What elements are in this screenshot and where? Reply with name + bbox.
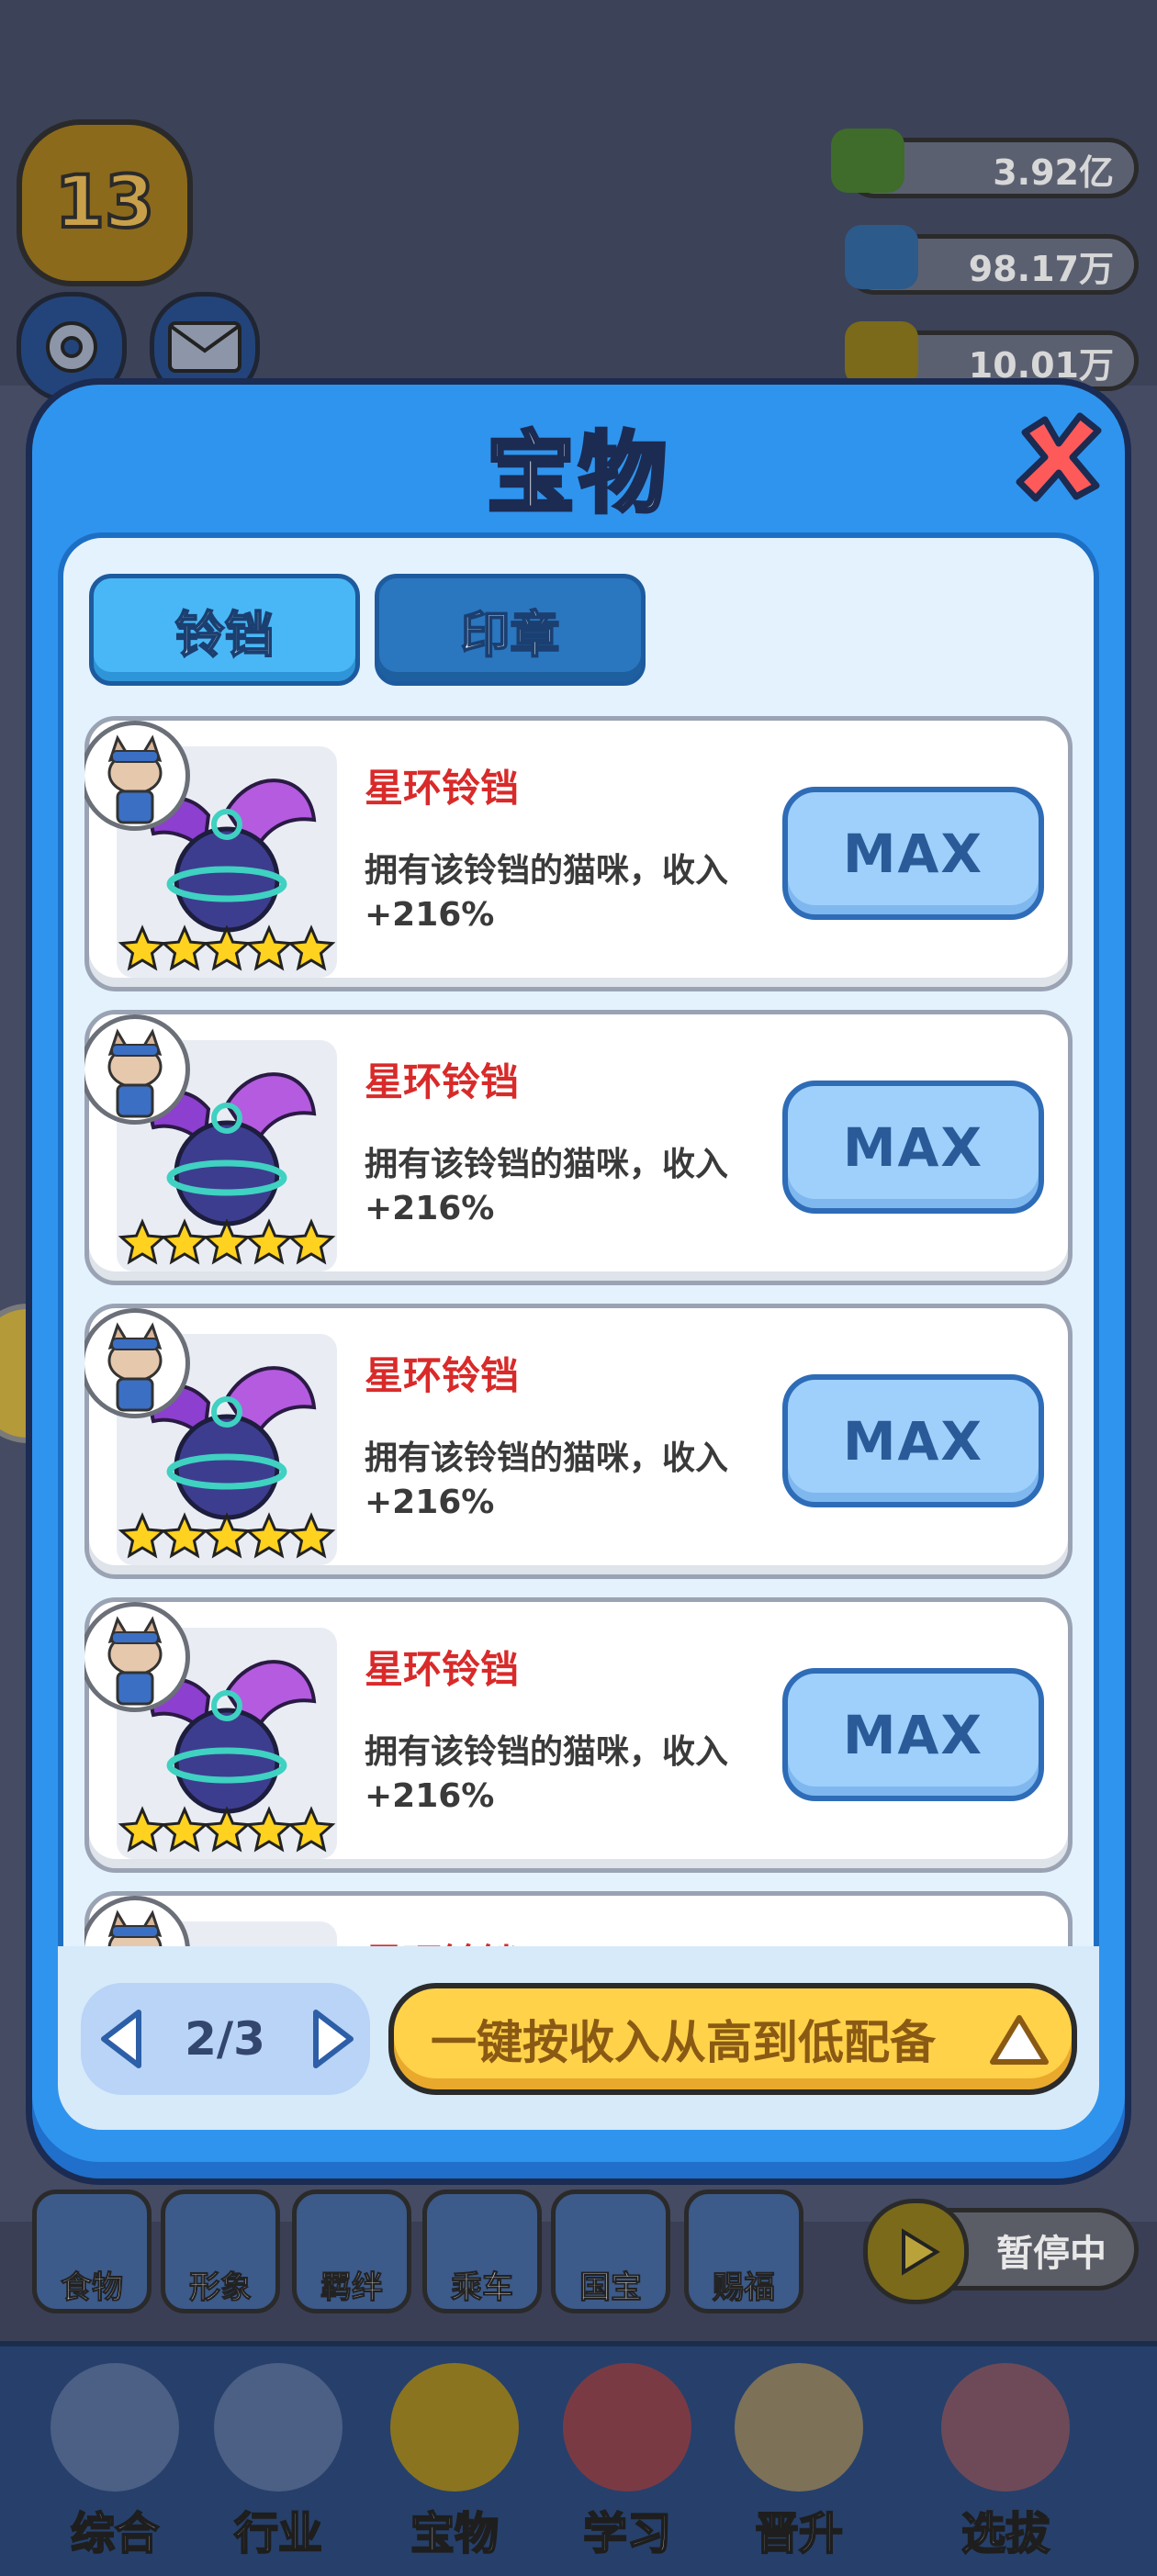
treasure-card[interactable]: 星环铃铛拥有该铃铛的猫咪，收入+216% MAX	[84, 1304, 1073, 1579]
sub-tab-bond[interactable]: 羁绊	[292, 2190, 411, 2313]
cat-avatar[interactable]	[84, 1014, 190, 1125]
star-icon	[202, 924, 252, 971]
tab-seals[interactable]: 印章	[375, 574, 646, 686]
up-triangle-icon	[987, 2012, 1051, 2067]
modal-title: 宝物	[485, 420, 670, 527]
star-icon	[244, 1512, 294, 1559]
item-name: 星环铃铛	[365, 1353, 520, 1398]
play-icon	[901, 2227, 940, 2276]
sub-tab-food[interactable]: 食物	[32, 2190, 152, 2313]
max-button[interactable]: MAX	[782, 1374, 1044, 1507]
level-number: 13	[53, 160, 157, 246]
star-icon	[118, 1512, 167, 1559]
star-icon	[118, 924, 167, 971]
envelope-icon	[168, 321, 242, 373]
star-icon	[202, 1512, 252, 1559]
close-button[interactable]	[1005, 404, 1111, 510]
cat-avatar[interactable]	[84, 721, 190, 831]
chevron-left-icon	[101, 2010, 141, 2068]
item-description: 拥有该铃铛的猫咪，收入+216%	[365, 1439, 729, 1521]
next-page-button[interactable]	[300, 2004, 365, 2074]
book-icon	[563, 2363, 691, 2492]
coin-plus-icon[interactable]	[845, 321, 918, 386]
treasure-card[interactable]: 星环铃铛拥有该铃铛的猫咪，收入+216% MAX	[84, 716, 1073, 991]
nav-promote[interactable]: 晋升	[721, 2359, 877, 2561]
cat-avatar[interactable]	[84, 1602, 190, 1712]
star-icon	[118, 1806, 167, 1853]
item-description: 拥有该铃铛的猫咪，收入+216%	[365, 852, 729, 934]
star-icon	[160, 924, 209, 971]
gear-icon	[46, 321, 97, 373]
treasure-card[interactable]: 星环铃铛拥有该铃铛的猫咪，收入+216% MAX	[84, 1597, 1073, 1873]
star-icon	[286, 1806, 336, 1853]
nav-industry[interactable]: 行业	[200, 2359, 356, 2561]
cat-throne-icon	[941, 2363, 1070, 2492]
star-icon	[286, 1512, 336, 1559]
star-icon	[160, 1218, 209, 1265]
star-icon	[286, 1218, 336, 1265]
item-name: 星环铃铛	[365, 766, 520, 811]
sub-tab-appearance[interactable]: 形象	[161, 2190, 280, 2313]
cash-plus-icon[interactable]	[831, 129, 904, 193]
nav-select[interactable]: 选拔	[927, 2359, 1084, 2561]
treasure-card[interactable]: 星环铃铛拥有该铃铛的猫咪，收入+216% MAX	[84, 1010, 1073, 1285]
close-icon	[1016, 412, 1101, 501]
nav-overview[interactable]: 综合	[37, 2359, 193, 2561]
nav-study[interactable]: 学习	[549, 2359, 705, 2561]
star-icon	[202, 1218, 252, 1265]
overview-icon	[51, 2363, 179, 2492]
star-icon	[286, 924, 336, 971]
treasure-list[interactable]: 星环铃铛 拥有该铃铛的猫咪，收入+216% MAX 星环铃铛 拥有该铃铛的猫咪，收入+2…	[84, 716, 1073, 1951]
scroll-icon	[735, 2363, 863, 2492]
max-button[interactable]: MAX	[782, 1081, 1044, 1214]
sub-tab-blessing[interactable]: 赐福	[684, 2190, 803, 2313]
chevron-right-icon	[313, 2010, 354, 2068]
auto-equip-button[interactable]: 一键按收入从高到低配备	[388, 1983, 1077, 2095]
item-name: 星环铃铛	[365, 1647, 520, 1692]
treasure-card[interactable]: 星环铃铛	[84, 1891, 1073, 1951]
star-icon	[160, 1806, 209, 1853]
star-icon	[244, 1218, 294, 1265]
item-description: 拥有该铃铛的猫咪，收入+216%	[365, 1733, 729, 1815]
max-button[interactable]: MAX	[782, 1668, 1044, 1801]
prev-page-button[interactable]	[90, 2004, 154, 2074]
item-description: 拥有该铃铛的猫咪，收入+216%	[365, 1146, 729, 1227]
star-icon	[118, 1218, 167, 1265]
cat-avatar[interactable]	[84, 1308, 190, 1418]
play-button[interactable]	[863, 2199, 969, 2304]
star-icon	[160, 1512, 209, 1559]
max-button[interactable]: MAX	[782, 787, 1044, 920]
tab-bells[interactable]: 铃铛	[89, 574, 360, 686]
item-name: 星环铃铛	[365, 1059, 520, 1104]
bell-icon	[390, 2363, 519, 2492]
star-icon	[244, 1806, 294, 1853]
level-badge[interactable]: 13	[17, 119, 193, 286]
auto-equip-label: 一键按收入从高到低配备	[431, 2016, 936, 2069]
sub-tab-treasure[interactable]: 国宝	[551, 2190, 670, 2313]
cat-avatar[interactable]	[84, 1896, 190, 1951]
sub-tab-ride[interactable]: 乘车	[422, 2190, 542, 2313]
nav-treasure[interactable]: 宝物	[376, 2359, 533, 2561]
star-icon	[244, 924, 294, 971]
star-icon	[202, 1806, 252, 1853]
page-indicator: 2/3	[185, 2012, 265, 2066]
cat-icon	[214, 2363, 343, 2492]
gem-plus-icon[interactable]	[845, 225, 918, 289]
